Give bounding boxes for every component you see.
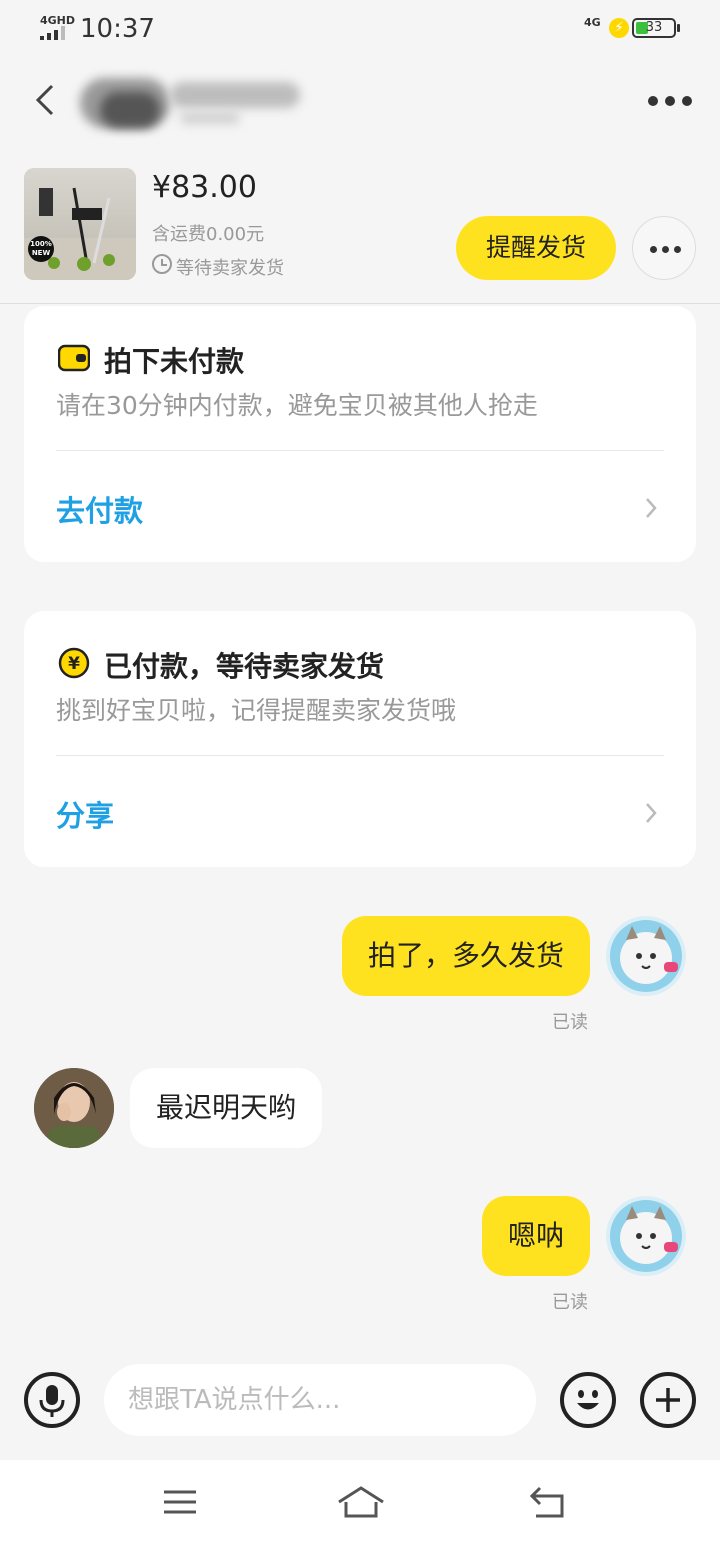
my-avatar[interactable] bbox=[606, 916, 686, 996]
new-badge: 100% NEW bbox=[28, 236, 54, 262]
microphone-icon[interactable] bbox=[24, 1372, 80, 1428]
paid-card: ¥ 已付款，等待卖家发货 挑到好宝贝啦，记得提醒卖家发货哦 分享 bbox=[24, 611, 696, 867]
remind-ship-button[interactable]: 提醒发货 bbox=[456, 216, 616, 280]
my-avatar[interactable] bbox=[606, 1196, 686, 1276]
network-type: 4G bbox=[584, 16, 601, 29]
chat-header bbox=[0, 56, 720, 146]
message-input[interactable]: 想跟TA说点什么... bbox=[104, 1364, 536, 1436]
svg-text:¥: ¥ bbox=[68, 654, 80, 674]
yen-coin-icon: ¥ bbox=[58, 647, 90, 679]
charging-icon: ⚡ bbox=[609, 18, 629, 38]
menu-icon[interactable] bbox=[160, 1482, 200, 1522]
chat-input-bar: 想跟TA说点什么... bbox=[0, 1352, 720, 1460]
product-price: ¥83.00 bbox=[152, 170, 257, 205]
divider bbox=[56, 450, 664, 451]
card-title: 已付款，等待卖家发货 bbox=[104, 650, 385, 683]
product-summary: 100% NEW ¥83.00 含运费0.00元 等待卖家发货 提醒发货 bbox=[0, 146, 720, 304]
chevron-right-icon[interactable] bbox=[644, 801, 658, 825]
order-status: 等待卖家发货 bbox=[176, 258, 284, 279]
seller-avatar[interactable] bbox=[34, 1068, 114, 1148]
battery-level: 33 bbox=[645, 20, 663, 35]
emoji-icon[interactable] bbox=[560, 1372, 616, 1428]
card-subtitle: 挑到好宝贝啦，记得提醒卖家发货哦 bbox=[56, 696, 457, 725]
more-options-button[interactable] bbox=[632, 216, 696, 280]
read-receipt: 已读 bbox=[552, 1012, 588, 1033]
pay-link[interactable]: 去付款 bbox=[56, 488, 143, 530]
share-link[interactable]: 分享 bbox=[56, 793, 114, 835]
shipping-fee: 含运费0.00元 bbox=[152, 224, 265, 245]
home-icon[interactable] bbox=[336, 1482, 386, 1522]
back-nav-icon[interactable] bbox=[528, 1482, 568, 1522]
unpaid-card: 拍下未付款 请在30分钟内付款，避免宝贝被其他人抢走 去付款 bbox=[24, 306, 696, 562]
seller-name-blurred bbox=[70, 64, 310, 134]
chevron-left-icon[interactable] bbox=[30, 80, 60, 120]
status-bar: 4GHD 10:37 4G ⚡ 33 bbox=[0, 0, 720, 56]
divider bbox=[56, 755, 664, 756]
battery-icon: 33 bbox=[632, 18, 676, 38]
my-message-bubble[interactable]: 嗯呐 bbox=[481, 1196, 590, 1276]
card-subtitle: 请在30分钟内付款，避免宝贝被其他人抢走 bbox=[56, 391, 538, 420]
product-thumbnail[interactable]: 100% NEW bbox=[24, 168, 136, 280]
wallet-icon bbox=[57, 342, 91, 374]
clock-icon bbox=[152, 254, 172, 274]
my-message-bubble[interactable]: 拍了，多久发货 bbox=[341, 916, 590, 996]
ellipsis-icon[interactable] bbox=[640, 86, 700, 116]
signal-icon bbox=[40, 26, 70, 40]
system-nav-bar bbox=[0, 1460, 720, 1544]
read-receipt: 已读 bbox=[552, 1292, 588, 1313]
seller-message-bubble[interactable]: 最迟明天哟 bbox=[130, 1068, 323, 1148]
chevron-right-icon[interactable] bbox=[644, 496, 658, 520]
card-title: 拍下未付款 bbox=[104, 345, 245, 378]
plus-icon[interactable] bbox=[640, 1372, 696, 1428]
status-time: 10:37 bbox=[80, 14, 155, 44]
